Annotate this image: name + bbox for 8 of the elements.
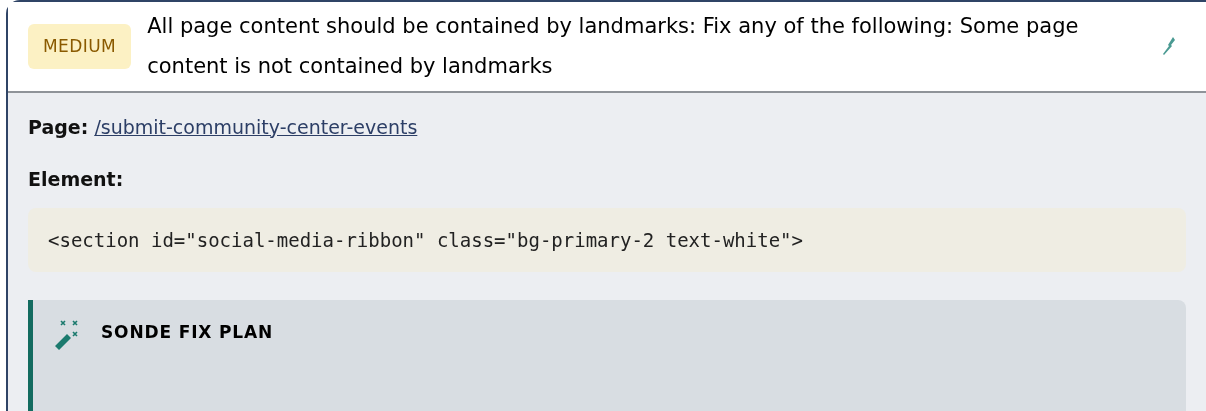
issue-title: All page content should be contained by landmarks: Fix any of the following: Some page content is not contained by landmarks <box>147 13 1080 81</box>
fix-plan-title: SONDE FIX PLAN <box>101 321 274 344</box>
severity-badge: MEDIUM <box>28 23 132 69</box>
page-link[interactable]: /submit-community-center-events <box>94 115 418 138</box>
code-block: <section id="social-media-ribbon" class="bg-primary-2 text-white"> <box>28 207 1186 272</box>
page-label: Page: <box>28 115 89 138</box>
pen-icon <box>1162 36 1176 57</box>
element-label: Element: <box>28 167 125 192</box>
